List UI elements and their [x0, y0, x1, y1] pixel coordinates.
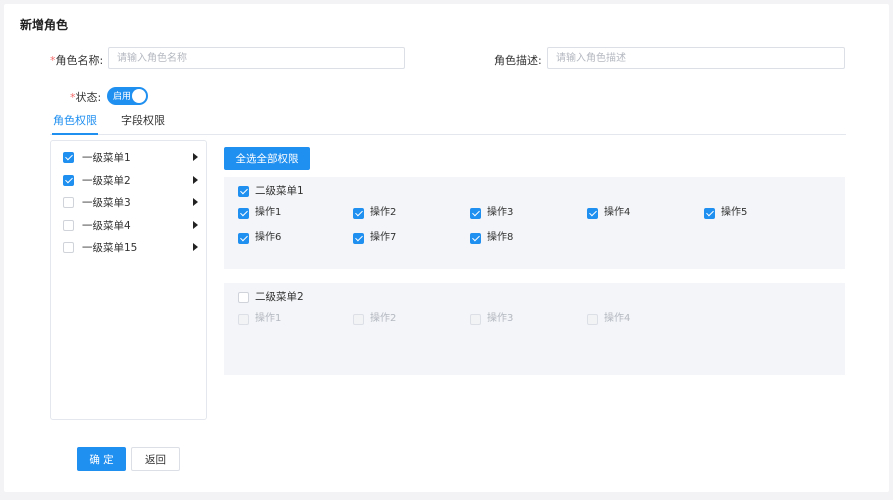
status-toggle[interactable]: 启用 — [107, 87, 148, 105]
menu-tree-item-label: 一级菜单2 — [82, 174, 131, 187]
caret-right-icon[interactable] — [193, 175, 198, 184]
role-name-label-text: 角色名称: — [55, 54, 104, 67]
checkbox — [470, 314, 481, 325]
checkbox[interactable] — [238, 186, 249, 197]
checkbox[interactable] — [63, 197, 74, 208]
menu-tree-item-label: 一级菜单4 — [82, 219, 131, 232]
checkbox[interactable] — [63, 219, 74, 231]
caret-right-icon[interactable] — [193, 198, 198, 206]
toggle-knob — [132, 89, 146, 103]
menu-tree-item-label: 一级菜单15 — [82, 242, 138, 254]
action-item-label: 操作3 — [487, 313, 514, 324]
checkbox — [587, 314, 598, 325]
action-item-label: 操作5 — [721, 207, 748, 218]
action-item-label: 操作2 — [370, 313, 397, 324]
checkbox[interactable] — [238, 292, 249, 303]
checkbox — [353, 314, 364, 325]
checkbox[interactable] — [470, 208, 481, 219]
action-item-label: 操作1 — [255, 207, 282, 218]
checkbox[interactable] — [353, 233, 364, 244]
checkbox[interactable] — [238, 208, 249, 219]
action-item-label: 操作4 — [604, 313, 631, 324]
submenu-group — [224, 283, 845, 375]
menu-tree-item[interactable]: 一级菜单1 — [63, 150, 198, 166]
menu-tree-item[interactable]: 一级菜单2 — [63, 173, 198, 189]
action-item-label: 操作2 — [370, 207, 397, 218]
checkbox[interactable] — [238, 233, 249, 244]
role-desc-input[interactable] — [547, 47, 845, 69]
checkbox[interactable] — [63, 174, 74, 186]
checkbox[interactable] — [587, 208, 598, 219]
checkbox[interactable] — [470, 233, 481, 244]
submenu-title-label: 二级菜单1 — [255, 185, 304, 197]
active-tab-indicator — [52, 133, 98, 135]
back-button[interactable]: 返回 — [131, 447, 180, 471]
action-item-label: 操作8 — [487, 232, 514, 243]
submenu-title-label: 二级菜单2 — [255, 291, 304, 303]
action-item-label: 操作6 — [255, 232, 282, 243]
tabs-divider — [50, 134, 846, 135]
confirm-button[interactable]: 确 定 — [77, 447, 126, 471]
caret-right-icon[interactable] — [193, 220, 198, 229]
action-item-label: 操作7 — [370, 232, 397, 243]
role-name-input[interactable] — [108, 47, 405, 69]
menu-tree-item[interactable]: 一级菜单3 — [63, 195, 198, 211]
menu-tree-item-label: 一级菜单1 — [82, 152, 131, 164]
tab-field-permissions[interactable]: 字段权限 — [121, 112, 165, 128]
caret-right-icon[interactable] — [193, 153, 198, 161]
role-name-label: *角色名称: — [50, 52, 103, 68]
status-toggle-text: 启用 — [113, 92, 132, 102]
checkbox[interactable] — [353, 208, 364, 219]
menu-tree-item-label: 一级菜单3 — [82, 197, 131, 209]
tab-role-permissions[interactable]: 角色权限 — [53, 112, 97, 128]
status-label: *状态: — [70, 89, 101, 105]
submenu-group — [224, 177, 845, 269]
menu-tree-item[interactable]: 一级菜单4 — [63, 218, 198, 234]
checkbox[interactable] — [63, 152, 74, 163]
page-title: 新增角色 — [20, 18, 69, 32]
checkbox[interactable] — [704, 208, 715, 219]
action-item-label: 操作1 — [255, 313, 282, 324]
menu-tree-item[interactable]: 一级菜单15 — [63, 240, 198, 256]
checkbox[interactable] — [63, 242, 74, 253]
status-label-text: 状态: — [75, 91, 102, 104]
action-item-label: 操作3 — [487, 207, 514, 218]
caret-right-icon[interactable] — [193, 243, 198, 251]
select-all-button[interactable]: 全选全部权限 — [224, 147, 310, 170]
action-item-label: 操作4 — [604, 207, 631, 218]
checkbox — [238, 314, 249, 325]
role-desc-label: 角色描述: — [494, 54, 542, 67]
